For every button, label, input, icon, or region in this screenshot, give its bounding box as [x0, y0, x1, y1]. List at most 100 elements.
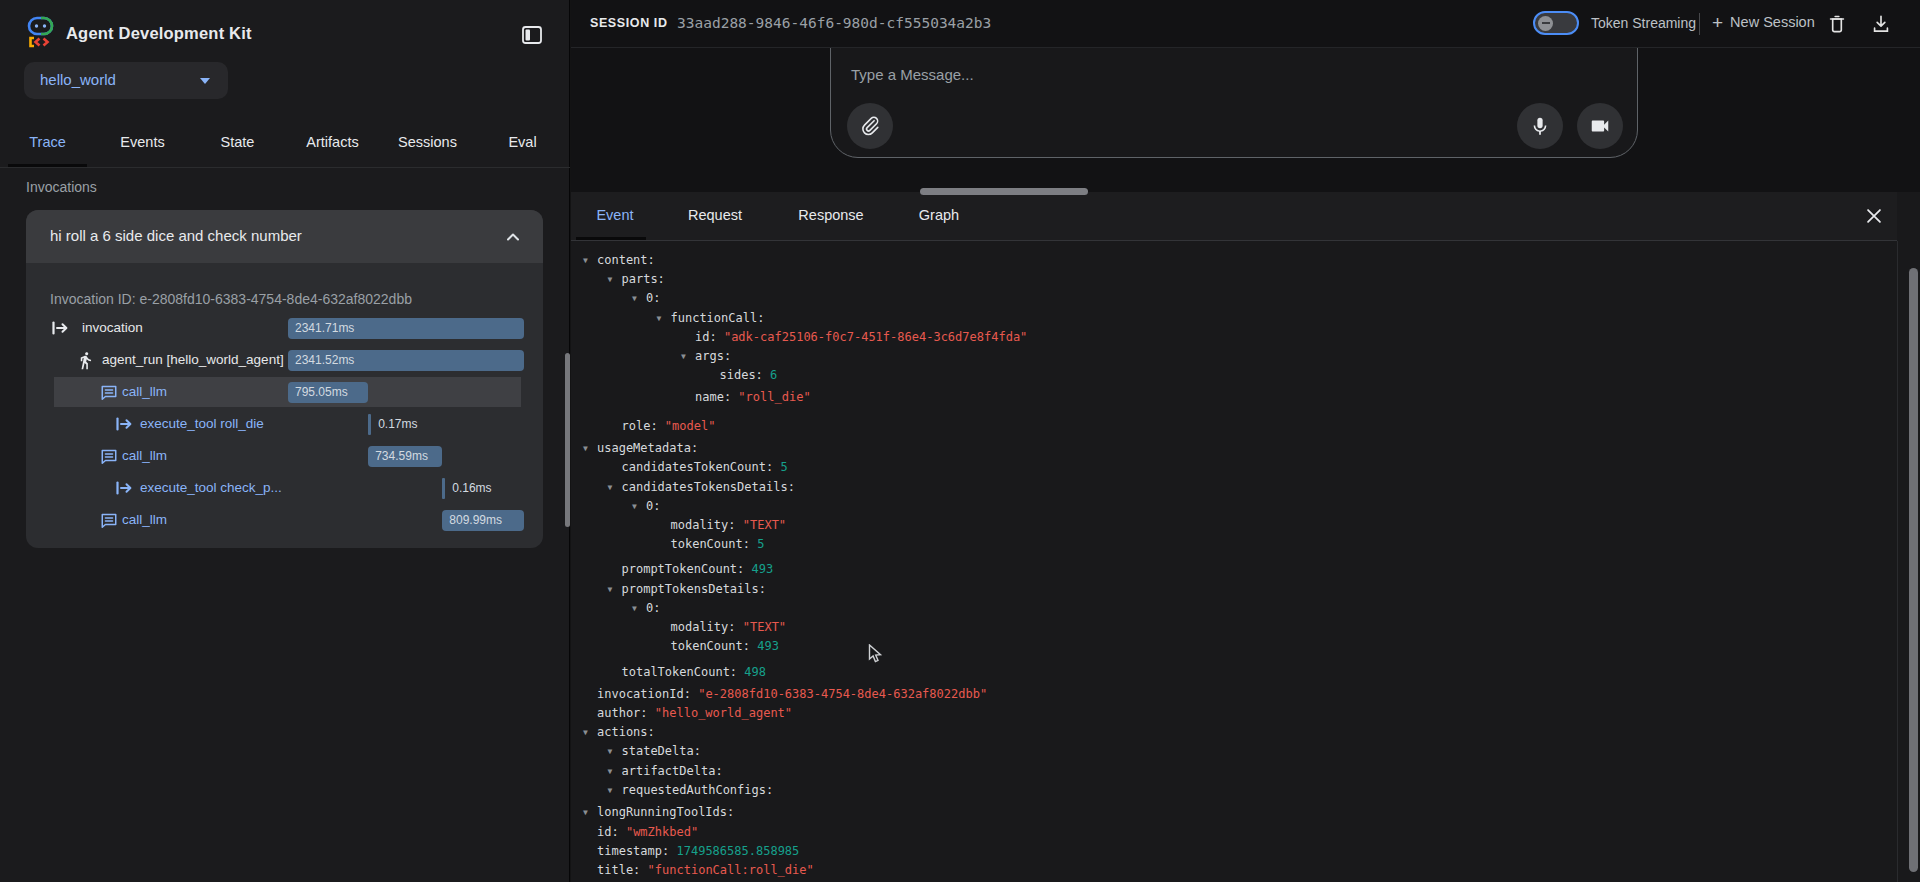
collapse-triangle-icon[interactable]: ▼: [583, 439, 595, 458]
collapse-triangle-icon[interactable]: ▼: [632, 289, 644, 308]
trace-row[interactable]: call_llm734.59ms: [26, 440, 543, 472]
collapse-triangle-icon[interactable]: ▼: [608, 478, 620, 497]
event-detail-panel: Event Request Response Graph ▼content:▼p…: [571, 192, 1920, 882]
videocam-icon: [1589, 115, 1611, 137]
tab-artifacts[interactable]: Artifacts: [285, 119, 380, 167]
collapse-triangle-icon[interactable]: ▼: [608, 270, 620, 289]
tab-response[interactable]: Response: [775, 192, 887, 240]
json-key-row: ▼candidatesTokensDetails:: [608, 478, 1874, 497]
collapse-triangle-icon[interactable]: ▼: [583, 803, 595, 822]
download-session-button[interactable]: [1870, 13, 1892, 38]
tab-state[interactable]: State: [190, 119, 285, 167]
json-leaf-row: tokenCount: 493: [657, 637, 1874, 656]
trace-span-bar: 809.99ms: [442, 510, 524, 531]
collapse-triangle-icon[interactable]: ▼: [583, 251, 595, 270]
json-children: modality: "TEXT"tokenCount: 5: [632, 516, 1873, 554]
mic-button[interactable]: [1517, 103, 1563, 149]
json-leaf-row: totalTokenCount: 498: [608, 663, 1874, 682]
json-section: ▼promptTokensDetails:▼0:modality: "TEXT"…: [608, 580, 1874, 660]
tab-event[interactable]: Event: [575, 192, 655, 240]
mouse-cursor: [868, 644, 884, 664]
token-streaming-label: Token Streaming: [1591, 15, 1696, 31]
tab-eval[interactable]: Eval: [475, 119, 570, 167]
close-detail-button[interactable]: [1862, 205, 1886, 229]
new-session-button[interactable]: +New Session: [1712, 12, 1815, 34]
horizontal-scrollbar[interactable]: [920, 188, 1088, 195]
json-children: sides: 6: [681, 366, 1873, 385]
tab-trace[interactable]: Trace: [0, 119, 95, 167]
invocation-card-header[interactable]: hi roll a 6 side dice and check number: [26, 210, 543, 263]
session-id-value: 33aad288-9846-46f6-980d-cf555034a2b3: [677, 15, 991, 31]
session-id-label: SESSION ID: [590, 16, 668, 30]
json-leaf-row: id: "wmZhkbed": [583, 823, 1873, 842]
json-leaf-row: sides: 6: [706, 366, 1874, 385]
json-leaf-row: name: "roll_die": [681, 388, 1873, 407]
json-children: modality: "TEXT"tokenCount: 493: [632, 618, 1873, 656]
json-key-row: ▼0:: [632, 599, 1873, 618]
delete-session-button[interactable]: [1826, 13, 1848, 38]
chat-icon: [99, 447, 119, 466]
toggle-thumb: [1538, 16, 1553, 31]
trace-span-bar: [368, 414, 371, 435]
chevron-down-icon: [200, 78, 210, 84]
collapse-triangle-icon[interactable]: ▼: [608, 742, 620, 761]
trace-row[interactable]: call_llm809.99ms: [26, 504, 543, 536]
collapse-triangle-icon[interactable]: ▼: [681, 347, 693, 366]
trash-icon: [1826, 13, 1848, 35]
collapse-triangle-icon[interactable]: ▼: [632, 599, 644, 618]
vertical-scrollbar-track: [1897, 241, 1920, 882]
token-streaming-toggle[interactable]: [1533, 11, 1579, 35]
collapse-triangle-icon[interactable]: ▼: [608, 580, 620, 599]
json-section: ▼0:modality: "TEXT"tokenCount: 5: [632, 497, 1873, 555]
json-section: ▼args:sides: 6: [681, 347, 1873, 385]
sidebar-collapse-button[interactable]: [518, 22, 546, 50]
tab-sessions[interactable]: Sessions: [380, 119, 475, 167]
message-input[interactable]: Type a Message...: [851, 66, 974, 83]
download-icon: [1870, 13, 1892, 35]
trace-span-bar: 2341.71ms: [288, 318, 524, 339]
json-section: ▼longRunningToolIds:: [583, 803, 1873, 822]
sidebar-scrollbar[interactable]: [565, 353, 570, 527]
vertical-scrollbar[interactable]: [1909, 268, 1918, 872]
json-children: ▼parts:▼0:▼functionCall:id: "adk-caf2510…: [583, 270, 1873, 436]
collapse-triangle-icon[interactable]: ▼: [657, 309, 669, 328]
json-key-row: ▼actions:: [583, 723, 1873, 742]
json-leaf-row: author: "hello_world_agent": [583, 704, 1873, 723]
agent-select-value: hello_world: [40, 71, 116, 88]
json-children: ▼stateDelta:▼artifactDelta:▼requestedAut…: [583, 742, 1873, 800]
json-leaf-row: role: "model": [608, 417, 1874, 436]
sidebar-tabs: Trace Events State Artifacts Sessions Ev…: [0, 119, 570, 168]
event-json-tree: ▼content:▼parts:▼0:▼functionCall:id: "ad…: [583, 251, 1873, 880]
collapse-triangle-icon[interactable]: ▼: [608, 781, 620, 800]
mic-icon: [1530, 116, 1551, 137]
active-tab-indicator: [576, 237, 646, 240]
json-key-row: ▼longRunningToolIds:: [583, 803, 1873, 822]
trace-row[interactable]: execute_tool roll_die0.17ms: [26, 408, 543, 440]
chevron-up-icon: [503, 227, 523, 247]
tab-request[interactable]: Request: [655, 192, 775, 240]
json-section: ▼parts:▼0:▼functionCall:id: "adk-caf2510…: [608, 270, 1874, 414]
agent-select[interactable]: hello_world: [24, 62, 228, 99]
trace-row[interactable]: execute_tool check_p...0.16ms: [26, 472, 543, 504]
video-button[interactable]: [1577, 103, 1623, 149]
attach-file-button[interactable]: [847, 103, 893, 149]
trace-row[interactable]: call_llm795.05ms: [26, 376, 543, 408]
sidebar-header: Agent Development Kit: [0, 0, 570, 60]
collapse-triangle-icon[interactable]: ▼: [583, 723, 595, 742]
tab-graph[interactable]: Graph: [887, 192, 991, 240]
start-icon: [50, 319, 70, 337]
chat-icon: [99, 511, 119, 530]
trace-row[interactable]: agent_run [hello_world_agent]2341.52ms: [26, 344, 543, 376]
json-leaf-row: promptTokenCount: 493: [608, 560, 1874, 579]
collapse-triangle-icon[interactable]: ▼: [632, 497, 644, 516]
detail-tabs: Event Request Response Graph: [571, 192, 1897, 241]
trace-span-duration: 0.16ms: [452, 478, 491, 499]
collapse-triangle-icon[interactable]: ▼: [608, 762, 620, 781]
tab-events[interactable]: Events: [95, 119, 190, 167]
invocation-prompt: hi roll a 6 side dice and check number: [50, 227, 302, 244]
json-key-row: ▼0:: [632, 289, 1873, 308]
json-key-row: ▼parts:: [608, 270, 1874, 289]
trace-row[interactable]: invocation2341.71ms: [26, 312, 543, 344]
json-leaf-row: timestamp: 1749586585.858985: [583, 842, 1873, 861]
json-children: ▼0:▼functionCall:id: "adk-caf25106-f0c7-…: [608, 289, 1874, 414]
